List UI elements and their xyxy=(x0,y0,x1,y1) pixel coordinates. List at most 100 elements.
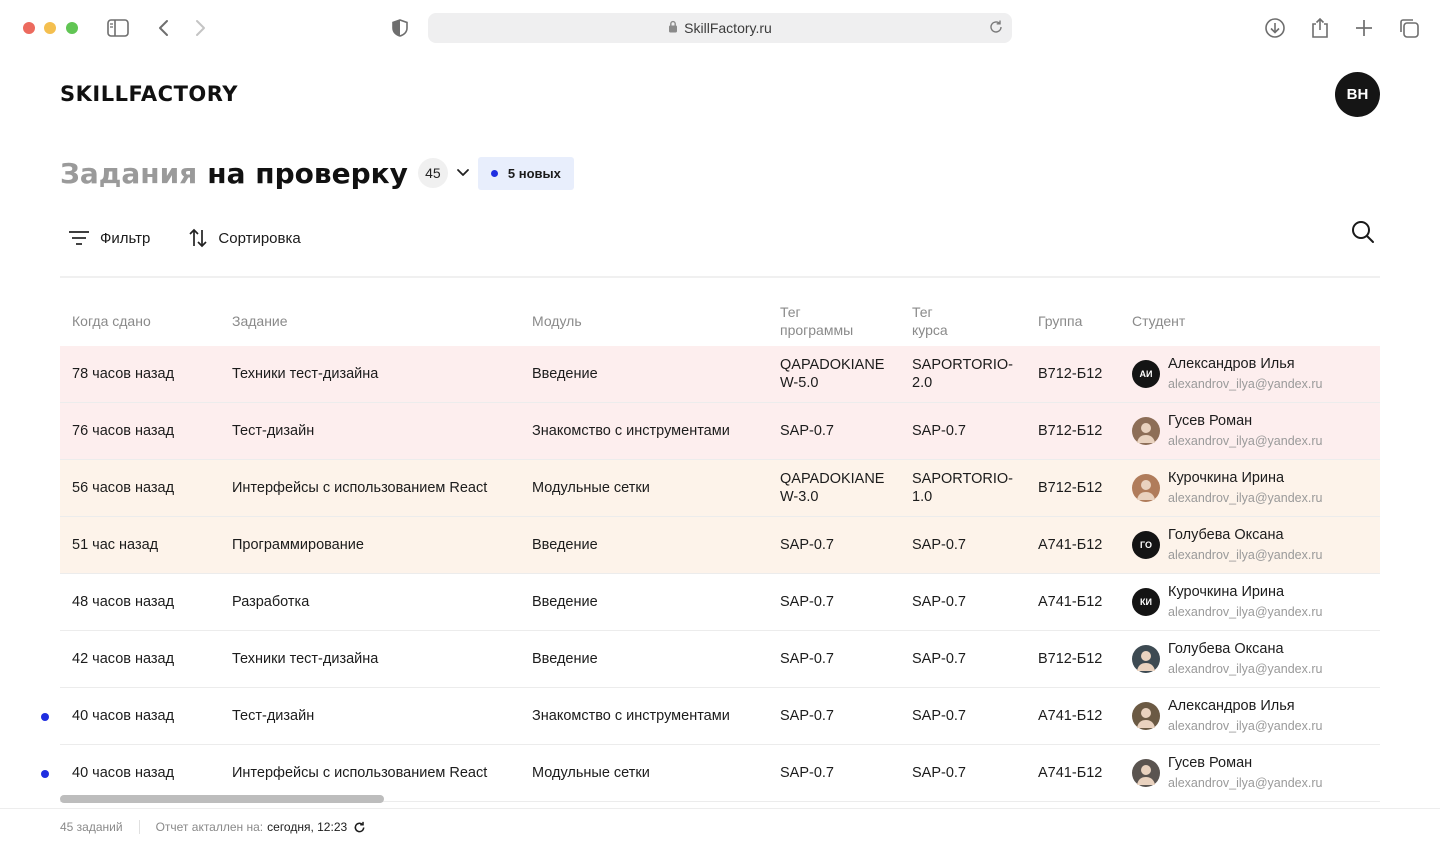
student-name: Курочкина Ирина xyxy=(1168,584,1285,600)
cell-task[interactable]: Интерфейсы с использованием React xyxy=(220,764,520,782)
chevron-down-icon[interactable] xyxy=(456,165,472,181)
cell-task[interactable]: Разработка xyxy=(220,593,520,611)
cell-student[interactable]: ГО Голубева Оксана alexandrov_ilya@yandex.… xyxy=(1120,526,1380,564)
privacy-shield-icon[interactable] xyxy=(388,16,412,40)
cell-task[interactable]: Тест-дизайн xyxy=(220,707,520,725)
maximize-window-button[interactable] xyxy=(66,22,78,34)
horizontal-scrollbar[interactable] xyxy=(60,795,384,803)
cell-course-tag: SAP-0.7 xyxy=(900,707,1026,725)
user-avatar[interactable]: BH xyxy=(1335,72,1380,117)
table-row[interactable]: 40 часов назад Интерфейсы с использование… xyxy=(41,745,1380,802)
student-email: alexandrov_ilya@yandex.ru xyxy=(1168,491,1323,505)
column-header-course-tag-line1: Тег xyxy=(912,304,933,320)
refresh-icon[interactable] xyxy=(353,821,366,834)
column-header-program-tag-line1: Тег xyxy=(780,304,801,320)
table-row[interactable]: 48 часов назад Разработка Введение SAP-0.7 S… xyxy=(60,574,1380,631)
column-header-program-tag[interactable]: Тег программы xyxy=(768,303,900,339)
cell-module: Введение xyxy=(532,537,598,553)
cell-program-tag: SAP-0.7 xyxy=(768,764,900,782)
column-header-task[interactable]: Задание xyxy=(220,312,520,330)
cell-group: A741-Б12 xyxy=(1038,594,1103,610)
cell-student[interactable]: Голубева Оксана alexandrov_ilya@yandex.ru xyxy=(1120,640,1380,678)
person-icon xyxy=(1137,765,1155,785)
cell-task[interactable]: Техники тест-дизайна xyxy=(220,650,520,668)
cell-when: 42 часов назад xyxy=(72,651,175,667)
table-row[interactable]: 56 часов назад Интерфейсы с использование… xyxy=(60,460,1380,517)
search-icon[interactable] xyxy=(1351,220,1377,246)
student-info: Курочкина Ирина alexandrov_ilya@yandex.ru xyxy=(1168,469,1322,507)
url-text: SkillFactory.ru xyxy=(684,20,772,36)
close-window-button[interactable] xyxy=(23,22,35,34)
sort-arrows-icon xyxy=(189,228,207,248)
student-info: Александров Илья alexandrov_ilya@yandex.r… xyxy=(1168,697,1322,735)
table-row[interactable]: 40 часов назад Тест-дизайн Знакомство с ин… xyxy=(41,688,1380,745)
cell-course-tag-line1: SAP-0.7 xyxy=(912,765,966,781)
new-tasks-label: 5 новых xyxy=(507,165,561,181)
table-header-row: Когда сдано Задание Модуль Тег программы… xyxy=(60,296,1380,346)
cell-student[interactable]: КИ Курочкина Ирина alexandrov_ilya@yandex.… xyxy=(1120,583,1380,621)
student-email: alexandrov_ilya@yandex.ru xyxy=(1168,776,1323,790)
cell-program-tag: SAP-0.7 xyxy=(768,422,900,440)
student-name: Курочкина Ирина xyxy=(1168,470,1285,486)
sidebar-toggle-icon[interactable] xyxy=(106,16,130,40)
tab-overview-icon[interactable] xyxy=(1397,16,1421,40)
cell-course-tag-line1: SAP-0.7 xyxy=(912,423,966,439)
cell-group: A741-Б12 xyxy=(1038,765,1103,781)
cell-student[interactable]: Александров Илья alexandrov_ilya@yandex.r… xyxy=(1120,697,1380,735)
cell-program-tag-line1: SAP-0.7 xyxy=(780,594,834,610)
forward-arrow-icon[interactable] xyxy=(188,16,212,40)
cell-program-tag-line2: W-5.0 xyxy=(780,375,819,391)
toolbar-divider xyxy=(60,276,1380,278)
back-arrow-icon[interactable] xyxy=(152,16,176,40)
cell-program-tag-line2: W-3.0 xyxy=(780,489,819,505)
cell-task[interactable]: Программирование xyxy=(220,536,520,554)
new-tab-plus-icon[interactable] xyxy=(1352,16,1376,40)
cell-student[interactable]: АИ Александров Илья alexandrov_ilya@yandex… xyxy=(1120,355,1380,393)
cell-program-tag: SAP-0.7 xyxy=(768,536,900,554)
cell-course-tag-line1: SAP-0.7 xyxy=(912,537,966,553)
cell-course-tag-line2: 2.0 xyxy=(912,375,933,391)
cell-module: Введение xyxy=(532,651,598,667)
cell-when: 51 час назад xyxy=(72,537,159,553)
cell-program-tag-line1: SAP-0.7 xyxy=(780,708,834,724)
cell-student[interactable]: Гусев Роман alexandrov_ilya@yandex.ru xyxy=(1120,754,1380,792)
table-row[interactable]: 51 час назад Программирование Введение SAP-… xyxy=(60,517,1380,574)
column-header-when[interactable]: Когда сдано xyxy=(60,312,220,330)
table-row[interactable]: 78 часов назад Техники тест-дизайна Введен… xyxy=(60,346,1380,403)
person-icon xyxy=(1137,651,1155,671)
cell-group: A741-Б12 xyxy=(1038,708,1103,724)
student-avatar: КИ xyxy=(1132,588,1160,616)
table-toolbar: Фильтр Сортировка xyxy=(68,226,339,250)
cell-task[interactable]: Тест-дизайн xyxy=(220,422,520,440)
column-header-group[interactable]: Группа xyxy=(1026,312,1120,330)
cell-student[interactable]: Гусев Роман alexandrov_ilya@yandex.ru xyxy=(1120,412,1380,450)
footer-separator xyxy=(138,820,140,834)
lock-icon xyxy=(668,20,678,36)
column-header-course-tag[interactable]: Тег курса xyxy=(900,303,1026,339)
column-header-module[interactable]: Модуль xyxy=(520,312,768,330)
cell-course-tag-line1: SAP-0.7 xyxy=(912,651,966,667)
cell-course-tag-line1: SAPORTORIO- xyxy=(912,357,1013,373)
cell-task[interactable]: Техники тест-дизайна xyxy=(220,365,520,383)
download-icon[interactable] xyxy=(1263,16,1287,40)
cell-student[interactable]: Курочкина Ирина alexandrov_ilya@yandex.ru xyxy=(1120,469,1380,507)
report-updated-label: Отчет акталлен на: xyxy=(155,820,264,834)
skillfactory-logo[interactable]: SKILLFACTORY xyxy=(60,82,238,106)
footer-divider xyxy=(0,808,1440,809)
sort-button[interactable]: Сортировка xyxy=(188,228,301,248)
share-icon[interactable] xyxy=(1308,16,1332,40)
filter-button[interactable]: Фильтр xyxy=(68,230,150,247)
tasks-count-badge: 45 xyxy=(417,158,448,188)
cell-course-tag-line1: SAPORTORIO- xyxy=(912,471,1013,487)
cell-course-tag: SAP-0.7 xyxy=(900,650,1026,668)
student-avatar-photo xyxy=(1132,702,1160,730)
column-header-student[interactable]: Студент xyxy=(1120,312,1380,330)
minimize-window-button[interactable] xyxy=(44,22,56,34)
student-info: Голубева Оксана alexandrov_ilya@yandex.ru xyxy=(1168,526,1322,564)
table-row[interactable]: 42 часов назад Техники тест-дизайна Введен… xyxy=(60,631,1380,688)
new-tasks-badge[interactable]: 5 новых xyxy=(477,156,574,190)
table-row[interactable]: 76 часов назад Тест-дизайн Знакомство с ин… xyxy=(60,403,1380,460)
cell-task[interactable]: Интерфейсы с использованием React xyxy=(220,479,520,497)
reload-icon[interactable] xyxy=(988,19,1004,38)
address-bar[interactable]: SkillFactory.ru xyxy=(428,13,1012,43)
